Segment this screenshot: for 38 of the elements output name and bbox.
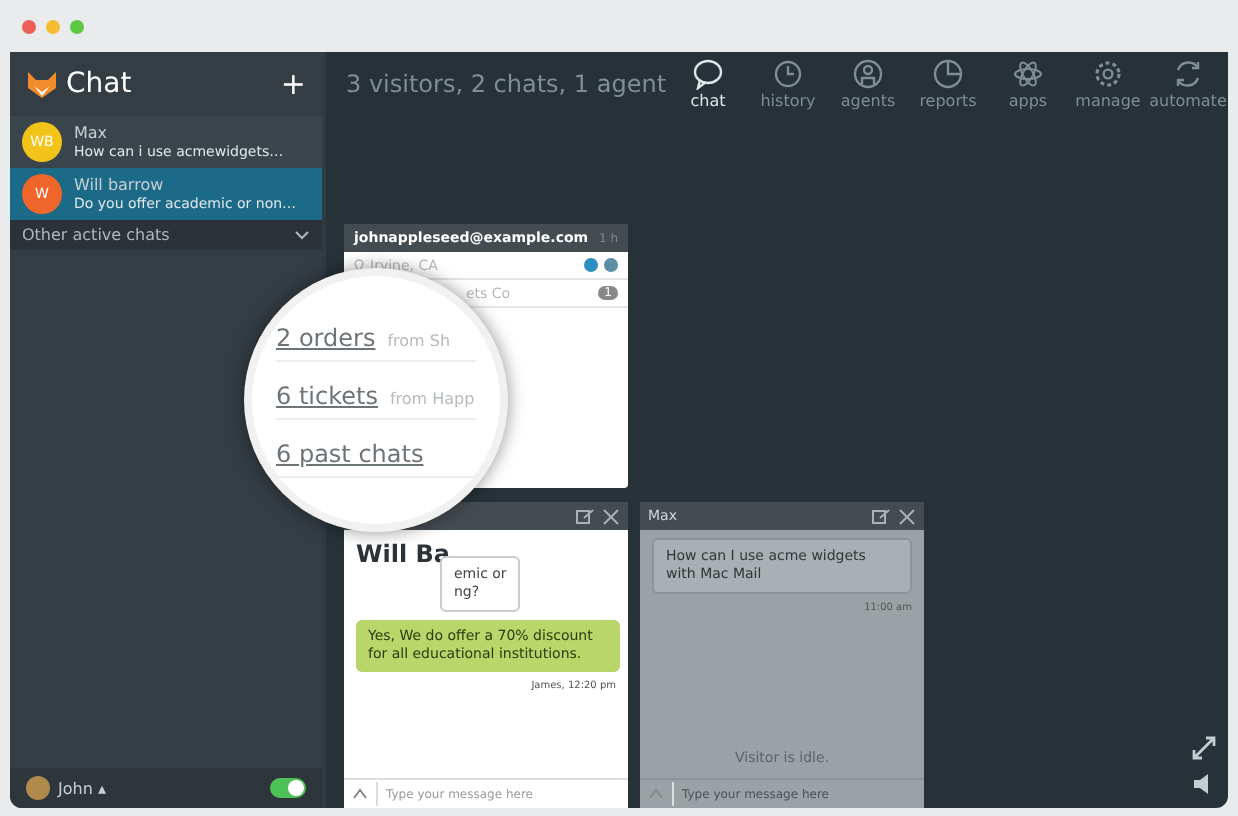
pie-chart-icon — [932, 58, 964, 90]
nav-tab[interactable]: manage — [1068, 58, 1148, 110]
nav-tab[interactable]: automate — [1148, 58, 1228, 110]
atom-icon — [1012, 58, 1044, 90]
fox-logo-icon — [26, 68, 58, 100]
status-toggle[interactable] — [270, 778, 306, 798]
nav-tab[interactable]: chat — [668, 58, 748, 110]
close-dot[interactable] — [22, 19, 36, 33]
app-title: Chat — [66, 68, 134, 100]
link[interactable]: 6 past chats — [276, 439, 424, 467]
maximize-dot[interactable] — [70, 19, 84, 33]
link[interactable]: 6 tickets — [276, 381, 378, 409]
source-text: from Sh — [387, 331, 451, 349]
chat-name: Max — [74, 124, 110, 142]
caret-icon[interactable] — [352, 788, 368, 800]
chat-name: Will barrow — [74, 176, 166, 194]
expand-icon[interactable] — [1192, 736, 1216, 760]
popout-icon[interactable] — [872, 507, 890, 525]
source-text: from Happ — [389, 389, 475, 407]
add-button[interactable]: + — [280, 66, 306, 102]
person-icon — [852, 58, 884, 90]
summary-text: 3 visitors, 2 chats, 1 agent — [346, 70, 668, 98]
nav-tab[interactable]: history — [748, 58, 828, 110]
minimize-dot[interactable] — [46, 19, 60, 33]
nav-tab[interactable]: agents — [828, 58, 908, 110]
other-chats-toggle[interactable]: Other active chats — [10, 220, 322, 250]
chevron-icon — [294, 230, 310, 240]
popout-icon[interactable] — [576, 507, 594, 525]
avatar — [26, 776, 50, 800]
close-icon[interactable] — [602, 507, 620, 525]
settings-icon — [1092, 58, 1124, 90]
clock-icon — [772, 58, 804, 90]
nav-tab[interactable]: reports — [908, 58, 988, 110]
refresh-icon — [1172, 58, 1204, 90]
close-icon[interactable] — [898, 507, 916, 525]
link[interactable]: 2 orders — [276, 323, 376, 351]
nav-tab[interactable]: apps — [988, 58, 1068, 110]
speech-bubble-icon — [692, 58, 724, 90]
